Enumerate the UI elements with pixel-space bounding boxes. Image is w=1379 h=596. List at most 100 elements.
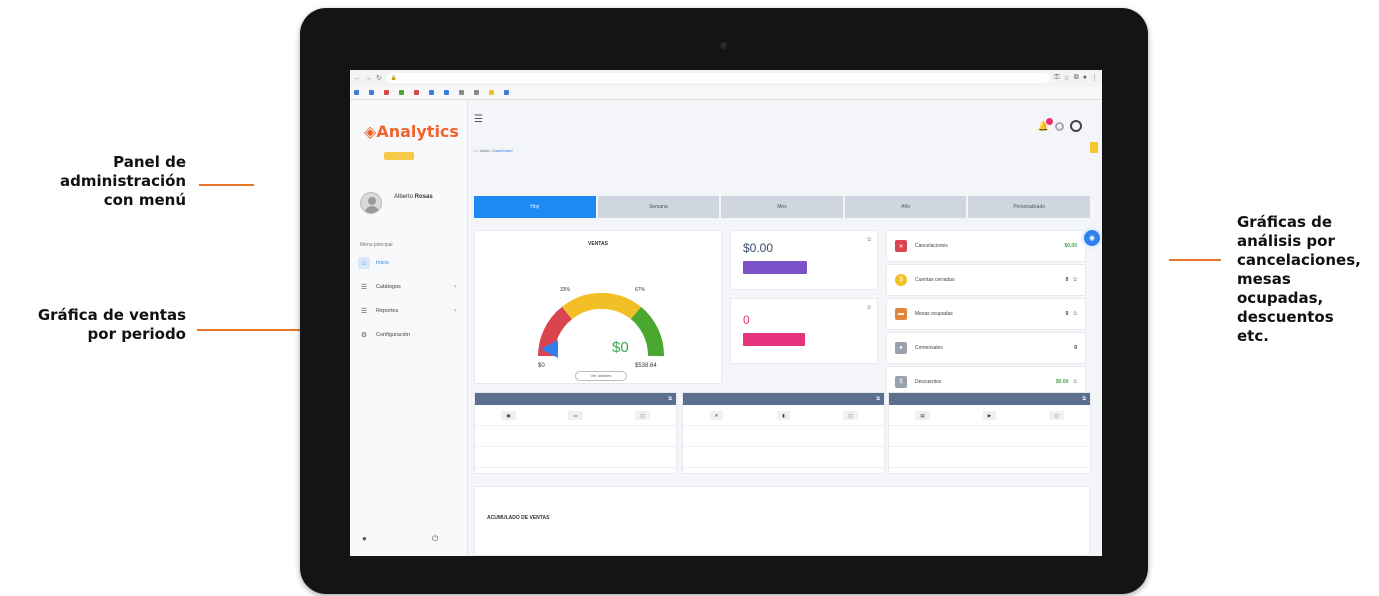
- table-cell: ▢: [609, 405, 676, 426]
- external-link-icon[interactable]: ⧉: [1073, 379, 1077, 385]
- chevron-right-icon: ›: [454, 284, 456, 290]
- card-icon: ▭: [568, 411, 583, 420]
- sidebar-item-catalogos[interactable]: ☰ Catálogos ›: [358, 278, 462, 296]
- sidebar-item-configuracion[interactable]: ⚙ Configuración: [358, 326, 462, 344]
- stat-cuentas-cerradas[interactable]: $ Cuentas cerradas 0 ⧉: [886, 264, 1086, 296]
- sidebar-item-label: Reportes: [376, 308, 399, 314]
- bookmark-item[interactable]: [354, 89, 361, 96]
- hamburger-menu-icon[interactable]: ☰: [474, 114, 483, 125]
- bookmark-item[interactable]: [414, 89, 421, 96]
- address-bar[interactable]: 🔒: [385, 73, 1051, 83]
- cash-icon: ▣: [501, 411, 516, 420]
- settings-icon[interactable]: [1055, 121, 1064, 131]
- key-icon[interactable]: ⚿: [1054, 74, 1059, 82]
- table-header: ⧉: [475, 393, 676, 405]
- power-icon[interactable]: ⏻: [432, 534, 438, 544]
- table-icon: ▬: [895, 308, 907, 320]
- table-cell: [750, 426, 817, 447]
- other-icon: ▢: [843, 411, 858, 420]
- stat-value: 0: [1074, 345, 1077, 351]
- x-icon: ✕: [895, 240, 907, 252]
- sidebar-item-inicio[interactable]: ⌂ Inicio: [358, 254, 462, 272]
- stat-comensales[interactable]: ● Comensales 0: [886, 332, 1086, 364]
- annotation-admin-panel: Panel de administración con menú: [60, 153, 186, 210]
- table-cell: [542, 447, 609, 468]
- user-first-name: Alberto: [394, 194, 414, 200]
- external-link-icon[interactable]: ⧉: [668, 396, 672, 402]
- bookmark-item[interactable]: [399, 89, 406, 96]
- external-link-icon[interactable]: ⧉: [1073, 311, 1077, 317]
- tab-label: Hoy: [530, 204, 540, 210]
- stat-value: $0.00: [1064, 243, 1077, 249]
- reload-icon[interactable]: ↻: [376, 74, 382, 82]
- annotation-line: con menú: [103, 191, 186, 209]
- bookmark-item[interactable]: [459, 89, 466, 96]
- annotation-connector: [199, 184, 254, 186]
- breadcrumb-home[interactable]: Inicio: [480, 148, 489, 153]
- external-link-icon[interactable]: ⧉: [1082, 396, 1086, 402]
- gauge-value: $0: [612, 339, 629, 356]
- view-details-button[interactable]: Ver detalles: [575, 371, 627, 381]
- consumption-type-table: ⧉ ✕ ▮ ▢: [682, 392, 885, 474]
- bookmark-item[interactable]: [504, 89, 511, 96]
- bell-icon[interactable]: 🔔: [1038, 117, 1053, 132]
- user-menu-icon[interactable]: [1070, 120, 1082, 132]
- stat-value: $0.00: [1055, 379, 1069, 385]
- table-body: ▤ ▶ ▢: [889, 405, 1090, 468]
- profile-icon[interactable]: ●: [1083, 74, 1087, 82]
- camera-dot: [720, 42, 727, 49]
- home-icon[interactable]: ⌂: [474, 148, 476, 153]
- group-info: [966, 172, 967, 182]
- bookmark-item[interactable]: [429, 89, 436, 96]
- annotation-line: análisis por: [1237, 232, 1335, 250]
- annotation-line: mesas: [1237, 270, 1291, 288]
- bookmark-item[interactable]: [384, 89, 391, 96]
- forward-icon[interactable]: →: [365, 75, 372, 82]
- table-cell: [609, 426, 676, 447]
- back-icon[interactable]: ←: [354, 75, 361, 82]
- sales-total-pill[interactable]: [743, 261, 807, 274]
- gauge-pct-left: 33%: [560, 287, 571, 293]
- gauge-min: $0: [538, 363, 545, 369]
- plan-badge: [384, 152, 414, 160]
- tab-hoy[interactable]: Hoy: [474, 196, 596, 218]
- annotation-line: etc.: [1237, 327, 1269, 345]
- tab-semana[interactable]: Semana: [597, 196, 720, 218]
- avatar[interactable]: [360, 192, 382, 214]
- bookmark-item[interactable]: [369, 89, 376, 96]
- external-link-icon[interactable]: ⧉: [867, 237, 871, 243]
- user-name: Alberto Rosas: [394, 194, 433, 200]
- bookmark-item[interactable]: [444, 89, 451, 96]
- tab-ano[interactable]: Año: [844, 196, 967, 218]
- table-cell: [956, 426, 1023, 447]
- logout-icon[interactable]: ●: [362, 534, 367, 543]
- external-link-icon[interactable]: ⧉: [1073, 277, 1077, 283]
- table-cell: [683, 447, 750, 468]
- external-link-icon[interactable]: ⧉: [876, 396, 880, 402]
- bookmark-item[interactable]: [474, 89, 481, 96]
- tickets-pill[interactable]: [743, 333, 805, 346]
- stat-label: Comensales: [915, 345, 943, 351]
- table-cell: [889, 447, 956, 468]
- stat-cancelaciones[interactable]: ✕ Cancelaciones $0.00: [886, 230, 1086, 262]
- table-cell: ▭: [542, 405, 609, 426]
- external-link-icon[interactable]: ⧉: [867, 305, 871, 311]
- branch-info: [474, 172, 475, 182]
- analytics-app: ◈Analytics Alberto Rosas Menu principal …: [350, 100, 1102, 556]
- menu-icon[interactable]: ⋮: [1091, 74, 1098, 82]
- extension-icon[interactable]: ⧉: [1074, 74, 1079, 82]
- bookmark-item[interactable]: [489, 89, 496, 96]
- table-cell: [475, 447, 542, 468]
- app-logo[interactable]: ◈Analytics: [364, 122, 459, 141]
- star-icon[interactable]: ☆: [1063, 74, 1069, 82]
- breadcrumb: ⌂ › Inicio › Dashboard: [474, 148, 513, 153]
- stat-mesas-ocupadas[interactable]: ▬ Mesas ocupadas 0 ⧉: [886, 298, 1086, 330]
- notification-dot: [1046, 117, 1053, 125]
- annotation-line: Panel de: [113, 153, 186, 171]
- sidebar-item-reportes[interactable]: ☰ Reportes ›: [358, 302, 462, 320]
- page: Panel de administración con menú Gráfica…: [0, 0, 1379, 596]
- tab-personalizado[interactable]: Personalizado: [968, 196, 1090, 218]
- tab-mes[interactable]: Mes: [721, 196, 843, 218]
- annotation-analysis-charts: Gráficas de análisis por cancelaciones, …: [1237, 213, 1377, 346]
- floating-action-button[interactable]: ◉: [1084, 230, 1100, 246]
